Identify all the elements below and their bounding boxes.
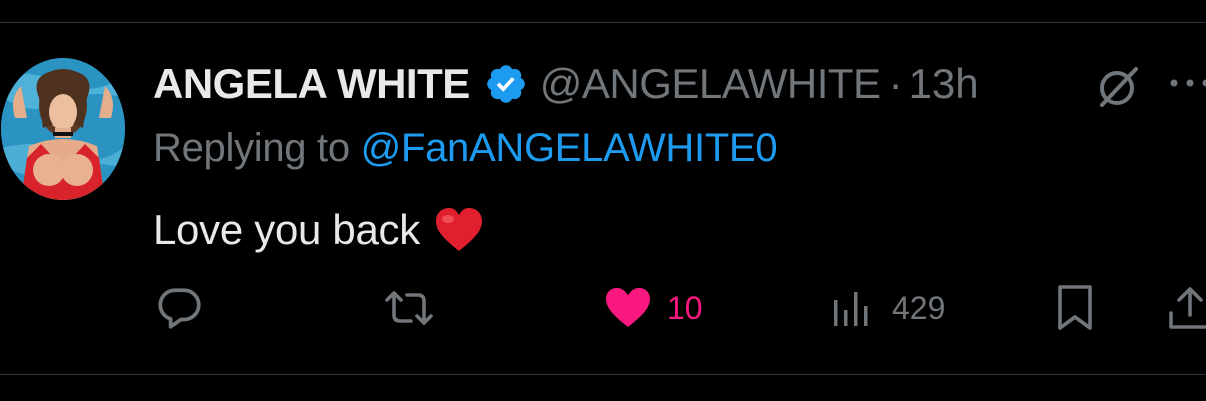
tweet-header: ANGELA WHITE @ANGELAWHITE · 13h xyxy=(153,56,979,112)
replying-to-line: Replying to @FanANGELAWHITE0 xyxy=(153,126,778,178)
views-count: 429 xyxy=(892,289,946,326)
reply-button[interactable] xyxy=(155,282,219,334)
retweet-button[interactable] xyxy=(383,282,449,334)
verified-badge-icon xyxy=(484,62,528,106)
like-count: 10 xyxy=(667,289,703,326)
bottom-divider xyxy=(0,374,1206,375)
share-button[interactable] xyxy=(1166,282,1206,334)
separator-dot: · xyxy=(888,60,903,107)
tweet-text: Love you back xyxy=(153,206,420,253)
replying-to-label: Replying to xyxy=(153,126,361,170)
avatar[interactable] xyxy=(1,58,125,200)
retweet-icon xyxy=(383,283,435,333)
heart-filled-icon xyxy=(603,285,653,331)
share-icon xyxy=(1166,283,1206,333)
bookmark-icon xyxy=(1055,283,1095,333)
bookmark-button[interactable] xyxy=(1055,282,1095,334)
views-button[interactable]: 429 xyxy=(832,282,945,334)
author-handle[interactable]: @ANGELAWHITE xyxy=(540,60,881,108)
reply-icon xyxy=(155,283,205,333)
timestamp[interactable]: 13h xyxy=(909,60,979,108)
like-button[interactable]: 10 xyxy=(603,282,703,334)
top-divider xyxy=(0,22,1206,23)
tweet-body: Love you back xyxy=(153,200,484,260)
more-icon[interactable] xyxy=(1168,68,1206,98)
author-name[interactable]: ANGELA WHITE xyxy=(153,60,470,108)
grok-icon[interactable] xyxy=(1094,63,1142,111)
views-icon xyxy=(832,288,872,328)
reply-target-link[interactable]: @FanANGELAWHITE0 xyxy=(361,126,778,170)
red-heart-emoji xyxy=(434,207,484,253)
